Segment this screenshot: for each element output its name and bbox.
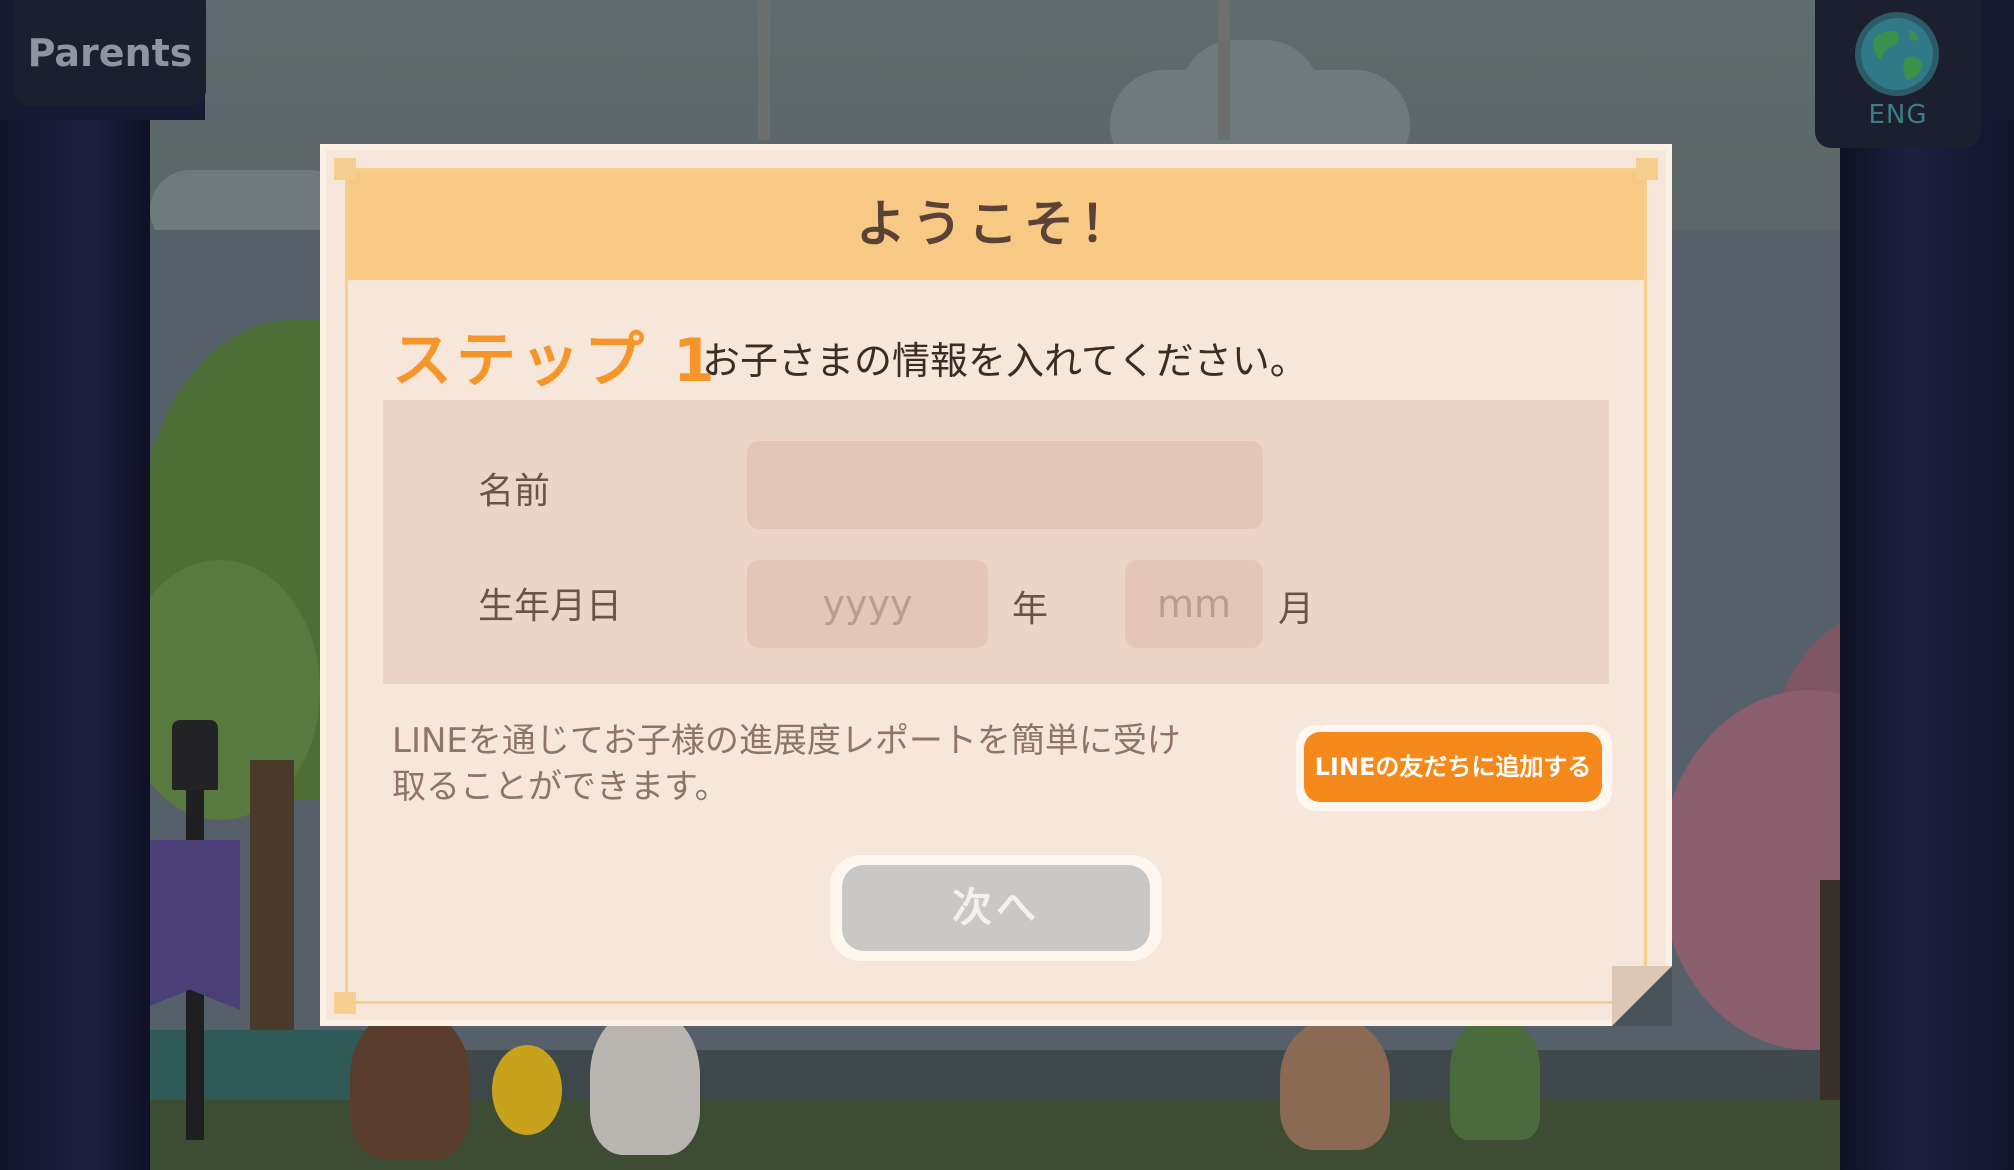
step-label: ステップ 1 — [392, 326, 719, 396]
dialog-title: ようこそ！ — [856, 195, 1136, 253]
parents-label: Parents — [27, 31, 193, 75]
girl-character — [1450, 1020, 1540, 1140]
year-unit: 年 — [1012, 589, 1049, 630]
line-info-text: LINEを通じてお子様の進展度レポートを簡単に受け取ることができます。 — [392, 721, 1181, 807]
add-line-friend-button[interactable]: LINEの友だちに追加する — [1304, 732, 1602, 802]
cloud — [1180, 40, 1320, 150]
ground — [0, 1100, 2014, 1170]
bear-character — [350, 1010, 470, 1160]
welcome-banner — [140, 840, 240, 1010]
month-input[interactable]: mm — [1125, 560, 1263, 648]
language-button[interactable]: ENG — [1815, 0, 1981, 148]
year-input[interactable]: yyyy — [747, 560, 988, 648]
right-curtain — [1840, 80, 2014, 1170]
rope — [758, 0, 770, 140]
language-label: ENG — [1868, 100, 1928, 130]
rope — [1218, 0, 1230, 140]
lamp-icon — [172, 720, 218, 790]
step-description: お子さまの情報を入れてください。 — [702, 339, 1308, 383]
left-curtain — [0, 80, 150, 1170]
chick-character — [492, 1045, 562, 1135]
next-button[interactable]: 次へ — [842, 865, 1150, 951]
rabbit-character — [590, 1010, 700, 1155]
birthdate-label: 生年月日 — [478, 586, 623, 627]
month-unit: 月 — [1278, 589, 1315, 630]
globe-icon — [1855, 12, 1939, 96]
parents-button[interactable]: Parents — [14, 0, 206, 106]
name-input[interactable] — [747, 441, 1263, 529]
frame-corner — [334, 992, 356, 1014]
name-label: 名前 — [478, 471, 551, 512]
dog-character — [1280, 1020, 1390, 1150]
